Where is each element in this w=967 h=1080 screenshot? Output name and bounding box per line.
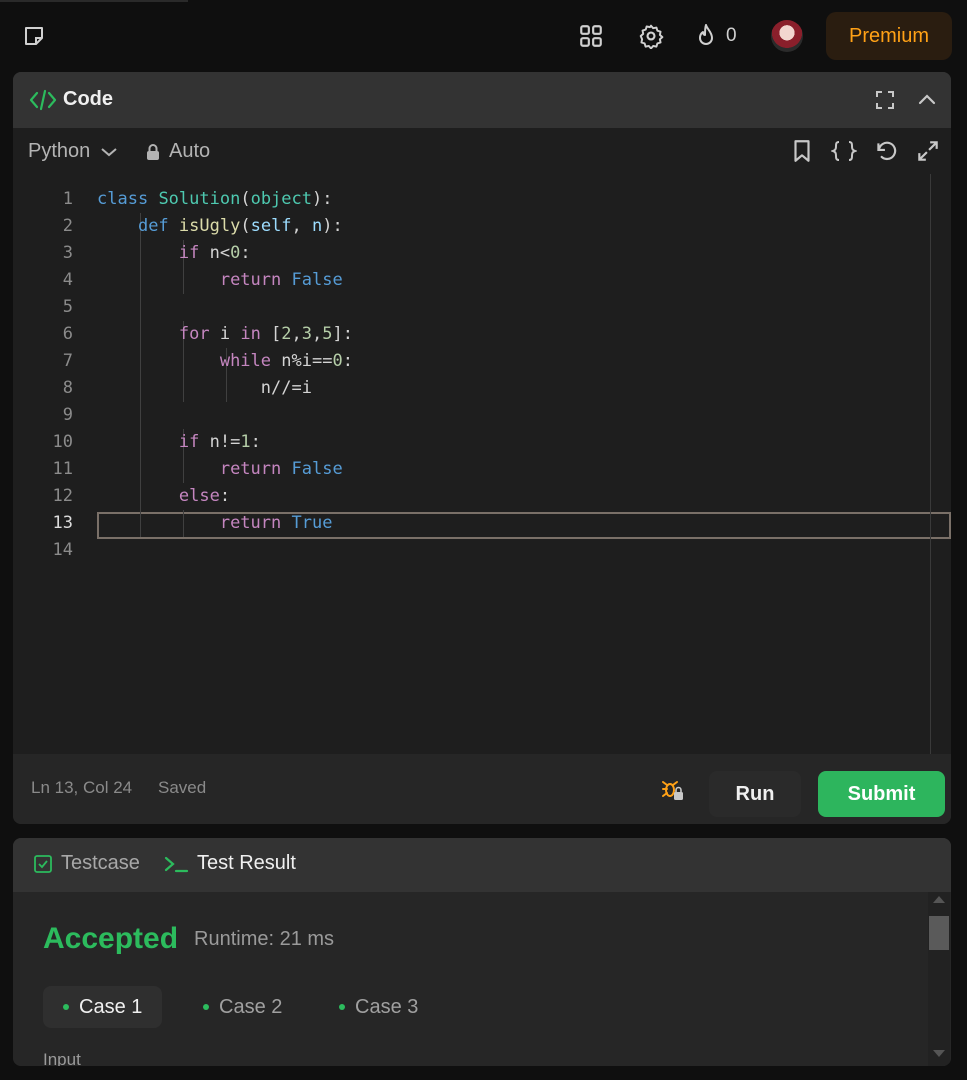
- cursor-position: Ln 13, Col 24: [31, 778, 133, 797]
- editor-status-bar: Ln 13, Col 24 Saved Run Submit: [13, 754, 951, 824]
- code-line-1: class Solution(object):: [97, 189, 333, 209]
- line-number: 9: [62, 405, 73, 425]
- pass-dot: [63, 1004, 69, 1010]
- run-button[interactable]: Run: [709, 771, 801, 817]
- tab-testcase[interactable]: Testcase: [33, 852, 140, 875]
- chevron-down-icon: [101, 147, 117, 156]
- line-number: 5: [62, 297, 73, 317]
- line-number: 6: [62, 324, 73, 344]
- checkbox-icon: [34, 854, 52, 873]
- case-label: Case 2: [219, 995, 283, 1018]
- result-body: Accepted Runtime: 21 ms Case 1 Case 2 Ca…: [13, 892, 951, 1066]
- result-panel-header: Testcase Test Result: [13, 838, 951, 892]
- reset-icon[interactable]: [873, 138, 899, 164]
- line-number: 14: [52, 540, 73, 560]
- line-number: 10: [52, 432, 73, 452]
- language-select[interactable]: Python: [28, 140, 120, 163]
- tab-test-result[interactable]: Test Result: [163, 852, 296, 875]
- case-tab-2[interactable]: Case 2: [183, 986, 302, 1028]
- code-panel-header: Code: [13, 72, 951, 128]
- line-number: 1: [62, 189, 73, 209]
- streak-counter[interactable]: 0: [694, 20, 746, 52]
- premium-button[interactable]: Premium: [826, 12, 952, 60]
- code-line-12: else:: [178, 486, 231, 506]
- code-panel: Code Python Auto 1 2 3 4 5 6 7 8 9 10 11: [13, 72, 951, 824]
- line-number: 4: [62, 270, 73, 290]
- auto-mode-label: Auto: [169, 140, 211, 162]
- tab-testcase-label: Testcase: [61, 852, 140, 874]
- input-label: Input: [43, 1050, 81, 1066]
- submit-button[interactable]: Submit: [818, 771, 945, 817]
- case-label: Case 3: [355, 995, 419, 1018]
- flame-icon: [699, 24, 713, 45]
- case-tab-3[interactable]: Case 3: [319, 986, 438, 1028]
- code-panel-title: Code: [29, 88, 113, 111]
- case-tab-1[interactable]: Case 1: [43, 986, 163, 1028]
- code-line-3: if n<0:: [178, 243, 251, 263]
- debugger-locked-icon[interactable]: [659, 776, 685, 802]
- line-number: 11: [52, 459, 73, 479]
- code-line-6: for i in [2,3,5]:: [178, 324, 354, 344]
- bookmark-icon[interactable]: [789, 138, 815, 164]
- format-braces-icon[interactable]: [831, 138, 857, 164]
- code-line-4: return False: [219, 270, 343, 290]
- code-line-13: return True: [219, 513, 333, 533]
- line-number: 7: [62, 351, 73, 371]
- case-label: Case 1: [79, 995, 143, 1018]
- editor-scrollbar[interactable]: [930, 174, 931, 754]
- code-line-10: if n!=1:: [178, 432, 261, 452]
- runtime-value: Runtime: 21 ms: [194, 928, 335, 950]
- auto-mode-toggle[interactable]: Auto: [145, 140, 210, 163]
- expand-icon[interactable]: [915, 138, 941, 164]
- code-line-2: def isUgly(self, n):: [137, 216, 343, 236]
- tab-test-result-label: Test Result: [197, 852, 296, 874]
- streak-count: 0: [726, 25, 737, 46]
- scrollbar-thumb[interactable]: [929, 916, 949, 950]
- terminal-icon: [164, 856, 189, 872]
- fullscreen-icon[interactable]: [873, 88, 897, 112]
- scroll-down-icon[interactable]: [933, 1050, 945, 1057]
- line-number: 12: [52, 486, 73, 506]
- avatar[interactable]: [771, 20, 803, 52]
- top-bar: 0 Premium: [0, 0, 967, 72]
- language-label: Python: [28, 140, 91, 162]
- pass-dot: [203, 1004, 209, 1010]
- lock-icon: [147, 143, 159, 160]
- scroll-up-icon[interactable]: [933, 896, 945, 903]
- line-number-active: 13: [52, 513, 73, 533]
- collapse-icon[interactable]: [915, 88, 939, 112]
- line-number: 2: [62, 216, 73, 236]
- line-number: 3: [62, 243, 73, 263]
- code-title-text: Code: [63, 88, 113, 110]
- note-icon[interactable]: [22, 24, 46, 48]
- gear-icon[interactable]: [638, 20, 666, 52]
- save-status: Saved: [158, 778, 207, 797]
- line-number-gutter: 1 2 3 4 5 6 7 8 9 10 11 12 13 14: [13, 174, 97, 754]
- code-line-7: while n%i==0:: [219, 351, 353, 371]
- line-number: 8: [62, 378, 73, 398]
- code-line-11: return False: [219, 459, 343, 479]
- pass-dot: [339, 1004, 345, 1010]
- verdict-status: Accepted: [43, 922, 179, 955]
- code-icon: [29, 89, 57, 110]
- code-editor[interactable]: 1 2 3 4 5 6 7 8 9 10 11 12 13 14 class S…: [13, 174, 951, 754]
- code-line-8: n//=i: [97, 378, 312, 398]
- tab-indicator: [0, 0, 188, 2]
- result-panel: Testcase Test Result Accepted Runtime: 2…: [13, 838, 951, 1066]
- layout-grid-icon[interactable]: [578, 20, 606, 52]
